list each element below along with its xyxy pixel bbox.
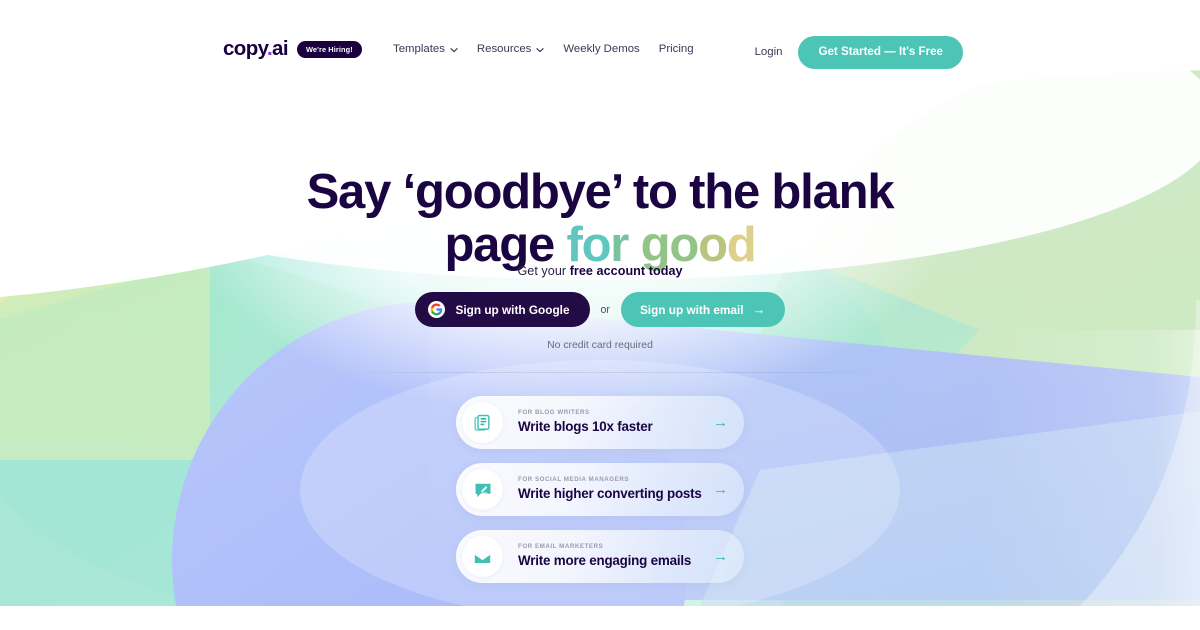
headline-word-say: Say xyxy=(306,164,403,219)
subtitle-prefix: Get your xyxy=(517,264,570,278)
nav-item-weekly-demos[interactable]: Weekly Demos xyxy=(563,43,640,55)
headline-line-1: Say ‘goodbye’ to the blank xyxy=(306,164,895,219)
hero-subtitle: Get your free account today xyxy=(0,264,1200,278)
list-item[interactable]: For social media managers Write higher c… xyxy=(456,463,744,516)
nav-label-resources: Resources xyxy=(476,43,532,55)
or-separator: or xyxy=(600,303,610,316)
section-divider xyxy=(336,372,888,373)
persona-card-list: For blog writers Write blogs 10x faster … xyxy=(456,396,744,583)
nav-label-weekly-demos: Weekly Demos xyxy=(563,43,640,55)
nav-item-resources[interactable]: Resources xyxy=(476,43,545,55)
signup-actions: Sign up with Google or Sign up with emai… xyxy=(0,292,1200,327)
chevron-down-icon xyxy=(450,46,458,54)
google-icon xyxy=(428,301,446,318)
sign-up-with-google-button[interactable]: Sign up with Google xyxy=(415,292,590,327)
nav-item-pricing[interactable]: Pricing xyxy=(658,43,694,55)
header-actions: Login Get Started — It's Free xyxy=(755,36,963,69)
brand-area[interactable]: copy.ai We're Hiring! xyxy=(223,37,362,60)
arrow-right-icon[interactable]: → xyxy=(713,549,730,564)
card-eyebrow: For social media managers xyxy=(518,476,630,484)
site-header: copy.ai We're Hiring! Templates Resource… xyxy=(0,0,1200,92)
logo-text-copy: copy xyxy=(223,37,268,60)
logo-text-ai: ai xyxy=(272,37,289,60)
card-title: Write more engaging emails xyxy=(518,553,692,569)
nav-item-templates[interactable]: Templates xyxy=(393,43,458,55)
no-credit-card-note: No credit card required xyxy=(547,340,653,351)
subtitle-bold: free account today xyxy=(569,264,683,278)
chevron-down-icon xyxy=(536,46,545,54)
arrow-right-icon: → xyxy=(752,302,766,317)
arrow-right-icon[interactable]: → xyxy=(713,415,730,430)
card-title: Write higher converting posts xyxy=(518,486,702,502)
documents-stack-icon xyxy=(462,402,503,443)
nav-label-templates: Templates xyxy=(393,43,445,55)
page-title: Say ‘goodbye’ to the blank page for good xyxy=(0,164,1200,272)
list-item[interactable]: For email marketers Write more engaging … xyxy=(456,530,744,583)
card-eyebrow: For blog writers xyxy=(518,409,590,417)
copyai-logo[interactable]: copy.ai xyxy=(223,37,289,60)
sign-up-with-email-button[interactable]: Sign up with email → xyxy=(620,292,785,327)
get-started-button[interactable]: Get Started — It's Free xyxy=(798,36,963,69)
main-navigation: Templates Resources Weekly Demos Pricing xyxy=(393,43,694,55)
headline-rest-line1: ‘goodbye’ to the blank xyxy=(402,164,895,219)
nav-label-pricing: Pricing xyxy=(658,43,694,55)
card-text-block: For email marketers Write more engaging … xyxy=(503,543,713,569)
email-button-label: Sign up with email xyxy=(639,302,744,317)
arrow-right-icon[interactable]: → xyxy=(713,482,730,497)
card-text-block: For blog writers Write blogs 10x faster xyxy=(503,409,713,435)
speech-bubble-pencil-icon xyxy=(462,469,503,510)
open-envelope-icon xyxy=(462,536,503,577)
page-bottom-spacer xyxy=(0,606,1200,630)
card-text-block: For social media managers Write higher c… xyxy=(503,476,713,502)
list-item[interactable]: For blog writers Write blogs 10x faster … xyxy=(456,396,744,449)
page-root: copy.ai We're Hiring! Templates Resource… xyxy=(0,0,1200,630)
card-title: Write blogs 10x faster xyxy=(518,419,653,435)
login-link[interactable]: Login xyxy=(755,46,783,58)
google-button-label: Sign up with Google xyxy=(455,302,570,317)
hiring-badge[interactable]: We're Hiring! xyxy=(296,40,362,58)
card-eyebrow: For email marketers xyxy=(518,543,604,551)
